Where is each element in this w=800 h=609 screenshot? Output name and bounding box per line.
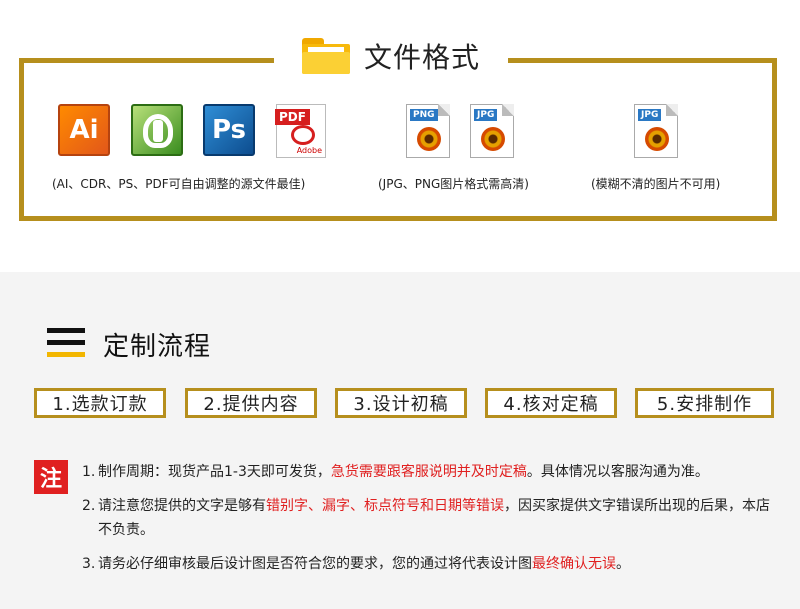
step-4: 4.核对定稿 [485, 388, 617, 418]
source-file-caption: (AI、CDR、PS、PDF可自由调整的源文件最佳) [52, 177, 306, 191]
jpg-file-icon: JPG [470, 104, 514, 158]
process-steps: 1.选款订款 2.提供内容 3.设计初稿 4.核对定稿 5.安排制作 [34, 388, 774, 418]
note-text: 请注意您提供的文字是够有错别字、漏字、标点符号和日期等错误，因买家提供文字错误所… [98, 494, 782, 542]
file-format-header: 文件格式 [274, 30, 508, 82]
note-item: 2. 请注意您提供的文字是够有错别字、漏字、标点符号和日期等错误，因买家提供文字… [82, 494, 782, 542]
note-text-part: 请务必仔细审核最后设计图是否符合您的要求，您的通过将代表设计图 [98, 556, 532, 572]
pdf-icon: PDF Adobe [275, 104, 326, 158]
note-number: 2. [82, 498, 96, 514]
step-5: 5.安排制作 [635, 388, 774, 418]
coreldraw-icon [131, 104, 183, 156]
image-format-caption: (JPG、PNG图片格式需高清) [378, 177, 529, 191]
note-text-part: 。 [616, 556, 630, 572]
blurry-jpg-file-icon: JPG [634, 104, 678, 158]
file-format-title: 文件格式 [363, 41, 480, 74]
step-2: 2.提供内容 [185, 388, 317, 418]
photoshop-icon: Ps [203, 104, 255, 156]
note-text-highlight: 最终确认无误 [532, 556, 616, 572]
note-text: 制作周期：现货产品1-3天即可发货，急货需要跟客服说明并及时定稿。具体情况以客服… [98, 460, 782, 484]
file-format-section: 文件格式 Ai Ps PDF Adobe PNG JPG JPG (AI、CDR… [0, 0, 800, 272]
note-text: 请务必仔细审核最后设计图是否符合您的要求，您的通过将代表设计图最终确认无误。 [98, 552, 782, 576]
note-number: 1. [82, 464, 96, 480]
note-item: 3. 请务必仔细审核最后设计图是否符合您的要求，您的通过将代表设计图最终确认无误… [82, 552, 782, 576]
illustrator-icon: Ai [58, 104, 110, 156]
pdf-label: PDF [275, 109, 310, 125]
jpg-tag: JPG [474, 109, 498, 121]
notes-list: 1. 制作周期：现货产品1-3天即可发货，急货需要跟客服说明并及时定稿。具体情况… [82, 460, 782, 586]
note-text-highlight: 错别字、漏字、标点符号和日期等错误 [266, 498, 504, 514]
adobe-label: Adobe [296, 146, 322, 155]
note-number: 3. [82, 556, 96, 572]
step-3: 3.设计初稿 [335, 388, 467, 418]
custom-process-section: 定制流程 1.选款订款 2.提供内容 3.设计初稿 4.核对定稿 5.安排制作 … [0, 272, 800, 609]
note-badge: 注 [34, 460, 68, 494]
note-text-part: 制作周期：现货产品1-3天即可发货， [98, 464, 331, 480]
blurry-image-caption: (模糊不清的图片不可用) [591, 177, 721, 191]
png-tag: PNG [410, 109, 438, 121]
folder-icon [301, 38, 350, 74]
png-file-icon: PNG [406, 104, 450, 158]
note-item: 1. 制作周期：现货产品1-3天即可发货，急货需要跟客服说明并及时定稿。具体情况… [82, 460, 782, 484]
step-1: 1.选款订款 [34, 388, 166, 418]
note-text-part: 请注意您提供的文字是够有 [98, 498, 266, 514]
list-icon [47, 328, 85, 358]
note-text-highlight: 急货需要跟客服说明并及时定稿 [330, 464, 527, 480]
note-text-part: 。具体情况以客服沟通为准。 [526, 464, 709, 480]
jpg-tag-blurry: JPG [638, 109, 662, 121]
process-title: 定制流程 [103, 332, 212, 362]
